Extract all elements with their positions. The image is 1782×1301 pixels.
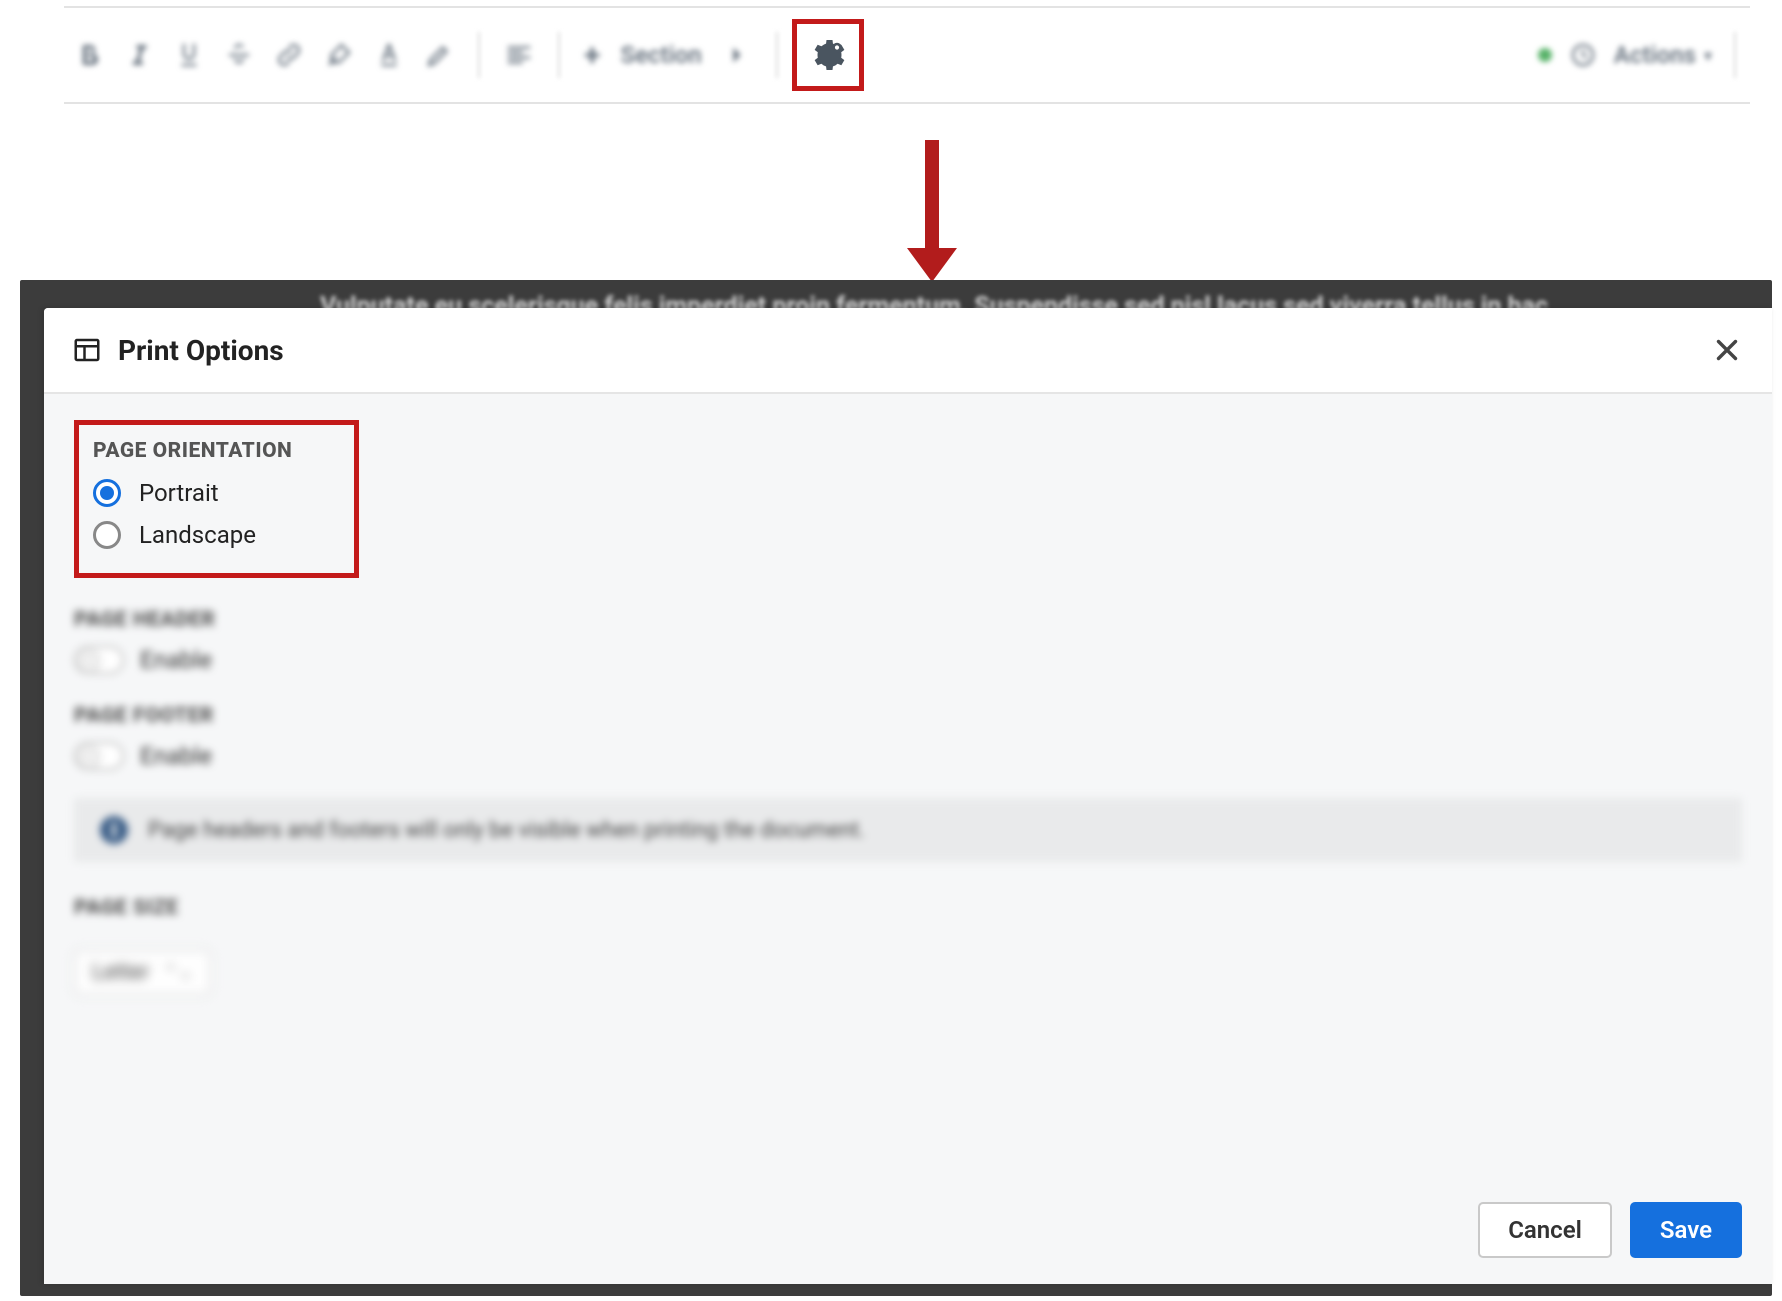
orientation-option-portrait[interactable]: Portrait [93,479,292,507]
bold-icon[interactable] [74,33,104,77]
radio-label: Portrait [139,479,219,507]
toolbar-separator [1734,32,1736,78]
editor-toolbar: + Section Actions▾ [64,6,1750,104]
modal-body: PAGE ORIENTATION Portrait Landscape PAGE… [44,394,1772,1176]
status-dot-icon [1538,48,1552,62]
page-size-label: PAGE SIZE [74,896,1742,920]
orientation-label: PAGE ORIENTATION [93,439,292,463]
page-footer-toggle-row[interactable]: Enable [74,742,1742,770]
toolbar-separator [558,32,560,78]
toolbar-separator [478,32,480,78]
section-dropdown[interactable]: Section [620,33,701,77]
print-options-modal: Print Options PAGE ORIENTATION Portrait … [44,308,1772,1284]
radio-icon [93,479,121,507]
toolbar-separator [776,32,778,78]
italic-icon[interactable] [124,33,154,77]
modal-backdrop: Vulputate eu scelerisque felis imperdiet… [20,280,1772,1296]
page-size-select[interactable]: Letter ⌃⌄ [74,950,211,995]
stage: + Section Actions▾ Vulputate eu sceleris… [0,0,1782,1301]
align-icon[interactable] [504,33,534,77]
highlight-icon[interactable] [424,33,454,77]
section-label: Section [620,41,701,69]
actions-dropdown[interactable]: Actions▾ [1614,33,1712,77]
toggle-icon [74,742,124,770]
save-label: Save [1660,1216,1712,1244]
save-button[interactable]: Save [1630,1202,1742,1258]
annotation-arrow [925,140,939,250]
modal-title: Print Options [118,334,284,367]
chevron-right-icon[interactable] [722,33,752,77]
toolbar-right: Actions▾ [1530,32,1750,78]
toolbar-row: + Section Actions▾ [64,8,1750,102]
strike-icon[interactable] [224,33,254,77]
page-header-toggle-row[interactable]: Enable [74,646,1742,674]
link-icon[interactable] [274,33,304,77]
modal-header: Print Options [44,308,1772,394]
toggle-icon [74,646,124,674]
info-banner: Page headers and footers will only be vi… [74,798,1742,862]
clear-icon[interactable] [324,33,354,77]
page-footer-group: PAGE FOOTER Enable [74,704,1742,770]
layout-icon [72,335,102,365]
cancel-label: Cancel [1508,1216,1582,1244]
toggle-label: Enable [140,646,212,674]
print-options-button[interactable] [792,19,864,91]
page-footer-label: PAGE FOOTER [74,704,1742,728]
radio-icon [93,521,121,549]
history-icon[interactable] [1568,33,1598,77]
info-text: Page headers and footers will only be vi… [148,818,865,843]
cancel-button[interactable]: Cancel [1478,1202,1612,1258]
chevron-down-icon: ⌃⌄ [163,962,193,983]
page-size-value: Letter [92,960,149,985]
page-header-group: PAGE HEADER Enable [74,608,1742,674]
underline-icon[interactable] [174,33,204,77]
page-header-label: PAGE HEADER [74,608,1742,632]
close-button[interactable] [1710,333,1744,367]
add-section-icon[interactable]: + [584,33,600,77]
radio-label: Landscape [139,521,256,549]
page-size-group: PAGE SIZE Letter ⌃⌄ [74,896,1742,995]
info-icon [100,816,128,844]
toggle-label: Enable [140,742,212,770]
orientation-option-landscape[interactable]: Landscape [93,521,292,549]
modal-footer: Cancel Save [44,1176,1772,1284]
actions-label: Actions [1614,41,1696,69]
page-orientation-group: PAGE ORIENTATION Portrait Landscape [74,420,359,578]
text-color-icon[interactable] [374,33,404,77]
